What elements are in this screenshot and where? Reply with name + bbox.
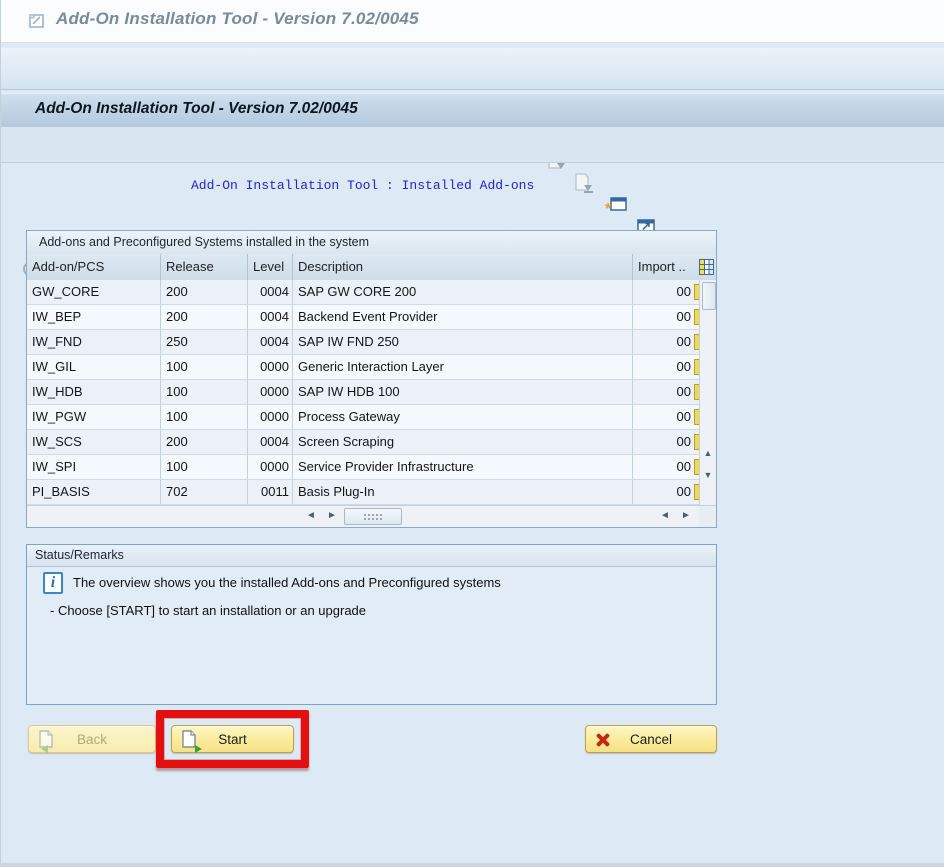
scroll-left-icon[interactable]: ◄ <box>306 510 316 521</box>
table-cell: 0000 <box>248 355 293 379</box>
cancel-button[interactable]: Cancel <box>585 725 717 753</box>
table-row[interactable]: IW_SPI1000000Service Provider Infrastruc… <box>27 455 699 480</box>
window-title: Add-On Installation Tool - Version 7.02/… <box>56 9 419 29</box>
column-header-import[interactable]: Import .. <box>633 254 699 280</box>
back-button-label: Back <box>77 732 107 747</box>
window-titlebar: Add-On Installation Tool - Version 7.02/… <box>1 0 944 43</box>
table-cell: 200 <box>161 305 248 329</box>
table-cell: IW_FND <box>27 330 161 354</box>
horizontal-scrollbar[interactable]: ◄ ► ◄ ► <box>27 505 699 527</box>
table-cell: SAP IW HDB 100 <box>293 380 633 404</box>
cancel-button-label: Cancel <box>630 732 672 747</box>
table-cell: 200 <box>161 430 248 454</box>
column-header-addon-pcs[interactable]: Add-on/PCS <box>27 254 161 280</box>
sap-window: Add-On Installation Tool - Version 7.02/… <box>0 0 944 867</box>
addon-table-title: Add-ons and Preconfigured Systems instal… <box>27 231 716 255</box>
table-cell: GW_CORE <box>27 280 161 304</box>
table-cell: 00 <box>633 430 699 454</box>
vertical-scrollbar[interactable]: ▲ ▼ <box>699 280 716 505</box>
status-panel: Status/Remarks i The overview shows you … <box>26 544 717 705</box>
status-panel-title: Status/Remarks <box>27 545 716 567</box>
table-cell: 00 <box>633 330 699 354</box>
table-cell: 250 <box>161 330 248 354</box>
table-cell: 00 <box>633 280 699 304</box>
scroll-right-icon[interactable]: ► <box>327 510 337 521</box>
table-cell: 200 <box>161 280 248 304</box>
table-cell: IW_BEP <box>27 305 161 329</box>
table-cell: IW_GIL <box>27 355 161 379</box>
table-cell: 100 <box>161 380 248 404</box>
table-cell: 702 <box>161 480 248 504</box>
info-icon: i <box>43 572 63 594</box>
table-cell: Process Gateway <box>293 405 633 429</box>
table-cell: 0000 <box>248 455 293 479</box>
table-cell: 0004 <box>248 305 293 329</box>
table-row[interactable]: IW_HDB1000000SAP IW HDB 10000 <box>27 380 699 405</box>
table-cell: Backend Event Provider <box>293 305 633 329</box>
screen-titlebar: Add-On Installation Tool - Version 7.02/… <box>1 93 944 128</box>
table-row[interactable]: IW_SCS2000004Screen Scraping00 <box>27 430 699 455</box>
table-cell: IW_SPI <box>27 455 161 479</box>
table-cell: 00 <box>633 455 699 479</box>
column-header-level[interactable]: Level <box>248 254 293 280</box>
scroll-left-icon[interactable]: ◄ <box>660 510 670 521</box>
table-cell: IW_HDB <box>27 380 161 404</box>
scroll-down-icon[interactable]: ▼ <box>700 470 716 480</box>
table-row[interactable]: IW_GIL1000000Generic Interaction Layer00 <box>27 355 699 380</box>
last-page-icon[interactable] <box>571 171 593 193</box>
screen-title: Add-On Installation Tool - Version 7.02/… <box>35 100 358 118</box>
status-line: - Choose [START] to start an installatio… <box>50 603 366 618</box>
table-settings-icon[interactable] <box>699 259 714 280</box>
table-cell: 0011 <box>248 480 293 504</box>
back-button[interactable]: Back <box>28 725 156 753</box>
table-cell: 100 <box>161 455 248 479</box>
table-row[interactable]: PI_BASIS7020011Basis Plug-In00 <box>27 480 699 505</box>
table-cell: IW_SCS <box>27 430 161 454</box>
table-cell: Screen Scraping <box>293 430 633 454</box>
table-cell: Basis Plug-In <box>293 480 633 504</box>
table-cell: 0004 <box>248 430 293 454</box>
table-cell: 100 <box>161 355 248 379</box>
page-heading: Add-On Installation Tool : Installed Add… <box>191 178 534 193</box>
scrollbar-corner <box>699 505 716 527</box>
table-cell: PI_BASIS <box>27 480 161 504</box>
table-cell: 00 <box>633 480 699 504</box>
table-cell: 0004 <box>248 330 293 354</box>
column-header-description[interactable]: Description <box>293 254 633 280</box>
addon-table-rows: GW_CORE2000004SAP GW CORE 20000IW_BEP200… <box>27 280 699 505</box>
table-cell: 00 <box>633 355 699 379</box>
table-cell: 0000 <box>248 405 293 429</box>
new-session-icon[interactable]: * <box>607 193 629 215</box>
annotation-highlight-box <box>156 710 309 768</box>
vertical-scrollbar-thumb[interactable] <box>702 282 716 310</box>
table-cell: Service Provider Infrastructure <box>293 455 633 479</box>
status-line: The overview shows you the installed Add… <box>73 575 501 590</box>
addon-table-panel: Add-ons and Preconfigured Systems instal… <box>26 230 717 528</box>
standard-toolbar: ✓ ▼ « « « <box>1 48 944 90</box>
table-cell: 00 <box>633 405 699 429</box>
table-cell: SAP IW FND 250 <box>293 330 633 354</box>
column-header-release[interactable]: Release <box>161 254 248 280</box>
table-cell: 100 <box>161 405 248 429</box>
table-cell: 00 <box>633 305 699 329</box>
table-row[interactable]: IW_FND2500004SAP IW FND 25000 <box>27 330 699 355</box>
cancel-x-icon <box>596 733 609 746</box>
table-cell: IW_PGW <box>27 405 161 429</box>
addon-table-header: Add-on/PCS Release Level Description Imp… <box>27 254 716 281</box>
table-cell: SAP GW CORE 200 <box>293 280 633 304</box>
scroll-right-icon[interactable]: ► <box>681 510 691 521</box>
horizontal-scrollbar-thumb[interactable] <box>344 508 402 525</box>
table-cell: 0000 <box>248 380 293 404</box>
table-row[interactable]: GW_CORE2000004SAP GW CORE 20000 <box>27 280 699 305</box>
application-toolbar: ? i <box>1 127 944 163</box>
dialog-window-icon <box>27 11 47 31</box>
table-cell: 00 <box>633 380 699 404</box>
table-cell: 0004 <box>248 280 293 304</box>
table-row[interactable]: IW_BEP2000004Backend Event Provider00 <box>27 305 699 330</box>
scroll-up-icon[interactable]: ▲ <box>700 448 716 458</box>
table-cell: Generic Interaction Layer <box>293 355 633 379</box>
page-back-icon <box>37 730 54 749</box>
table-row[interactable]: IW_PGW1000000Process Gateway00 <box>27 405 699 430</box>
